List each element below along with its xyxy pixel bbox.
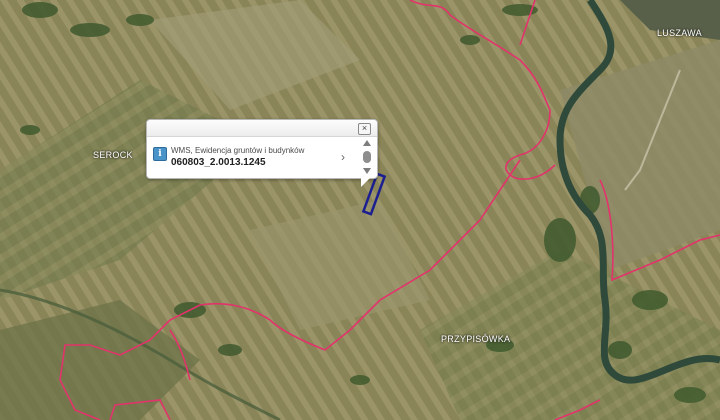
layer-name: WMS, Ewidencja gruntów i budynków: [171, 146, 305, 155]
scroll-up-icon[interactable]: [363, 140, 371, 146]
popup-scrollbar[interactable]: [362, 140, 372, 176]
close-icon[interactable]: ×: [358, 123, 371, 135]
map-viewport[interactable]: SEROCK LUSZAWA PRZYPISÓWKA × i WMS, Ewid…: [0, 0, 720, 420]
parcel-id: 060803_2.0013.1245: [171, 157, 266, 168]
popup-pointer: [361, 177, 371, 187]
popup-titlebar: [147, 120, 377, 137]
feature-info-popup: × i WMS, Ewidencja gruntów i budynków 06…: [146, 119, 378, 187]
scroll-thumb[interactable]: [363, 151, 371, 163]
satellite-imagery: [0, 0, 720, 420]
place-label-przypisowka: PRZYPISÓWKA: [441, 334, 511, 344]
info-icon: i: [153, 147, 167, 161]
place-label-luszawa: LUSZAWA: [657, 28, 702, 38]
chevron-right-icon[interactable]: ›: [341, 151, 345, 163]
place-label-serock: SEROCK: [93, 150, 133, 160]
scroll-down-icon[interactable]: [363, 168, 371, 174]
